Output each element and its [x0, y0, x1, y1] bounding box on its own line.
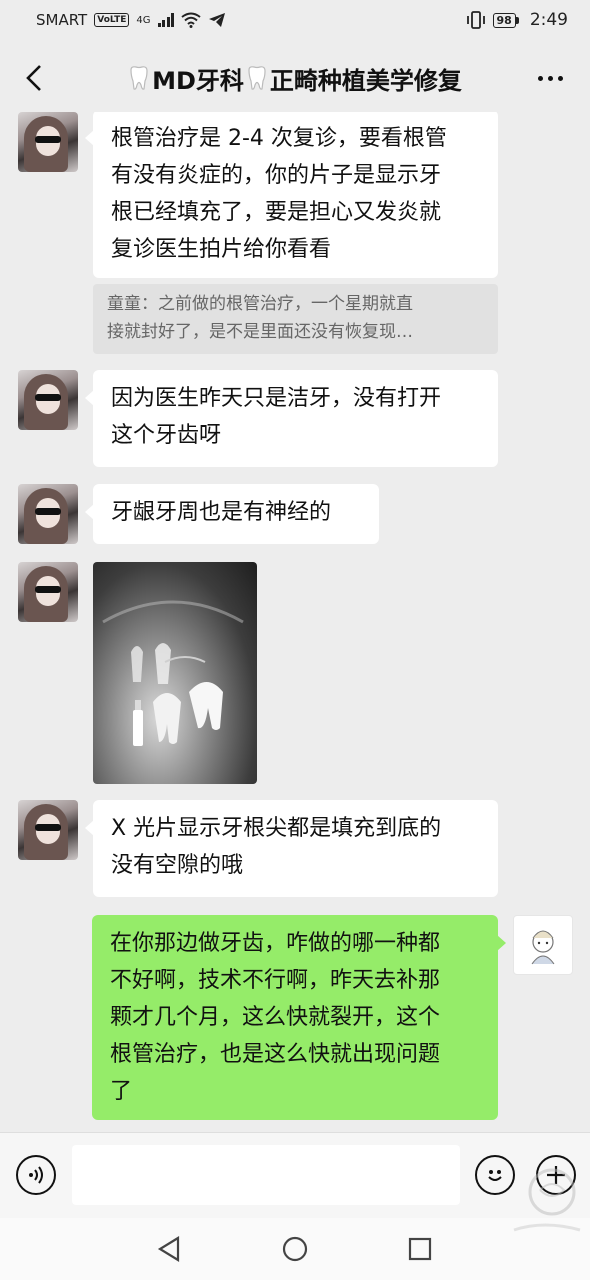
wifi-icon [181, 12, 201, 28]
message-line: 根管治疗，也是这么快就出现问题 [110, 1042, 441, 1067]
message-line: X 光片显示牙根尖都是填充到底的 [111, 816, 442, 841]
quoted-message[interactable]: 童童：之前做的根管治疗，一个星期就直 接就封好了，是不是里面还没有恢复现… [93, 284, 498, 354]
watermark-logo-icon [513, 1168, 581, 1232]
message-line: 了 [110, 1079, 133, 1104]
message-line: 有没有炎症的，你的片子是显示牙 [111, 163, 442, 188]
message-line: 在你那边做牙齿，咋做的哪一种都 [110, 931, 441, 956]
quote-line: 童童：之前做的根管治疗，一个星期就直 [107, 294, 413, 314]
message-line: 牙龈牙周也是有神经的 [111, 500, 332, 525]
status-right: 98 2:49 [466, 10, 568, 30]
avatar[interactable] [18, 484, 78, 544]
more-dot [547, 75, 553, 81]
chat-area[interactable]: 根管治疗是 2-4 次复诊，要看根管 有没有炎症的，你的片子是显示牙 根已经填充… [0, 112, 590, 1132]
status-bar: SMART VoLTE 4G 98 2:49 [0, 0, 590, 40]
chat-title-left: MD牙科 [152, 66, 244, 95]
message-bubble[interactable]: 牙龈牙周也是有神经的 [85, 484, 379, 544]
more-button[interactable] [530, 62, 570, 94]
chat-title-right: 正畸种植美学修复 [269, 66, 462, 95]
message-line: 不好啊，技术不行啊，昨天去补那 [110, 968, 441, 993]
quote-line: 接就封好了，是不是里面还没有恢复现… [107, 322, 413, 342]
cartoon-avatar-drawing [531, 930, 555, 965]
message-line: 这个牙齿呀 [111, 423, 222, 448]
xray-teeth-drawing [102, 600, 244, 746]
chat-title: MD牙科 正畸种植美学修复 [128, 61, 462, 96]
tooth-icon [130, 66, 148, 90]
triangle-back-icon [157, 1236, 180, 1262]
nav-recents-button[interactable] [405, 1234, 435, 1264]
more-dot [537, 75, 543, 81]
message-line: 颗才几个月，这么快就裂开，这个 [110, 1005, 441, 1030]
system-nav-bar [0, 1218, 590, 1280]
xray-image[interactable] [93, 562, 257, 784]
carrier-label: SMART [36, 11, 88, 29]
back-button[interactable] [18, 62, 50, 94]
nav-back-button[interactable] [154, 1234, 184, 1264]
message-line: 因为医生昨天只是洁牙，没有打开 [111, 386, 442, 411]
square-recents-icon [408, 1237, 432, 1261]
message-line: 没有空隙的哦 [111, 853, 244, 878]
avatar[interactable] [18, 562, 78, 622]
status-left: SMART VoLTE 4G [36, 11, 226, 29]
message-bubble[interactable]: X 光片显示牙根尖都是填充到底的 没有空隙的哦 [85, 800, 498, 897]
message-line: 根管治疗是 2-4 次复诊，要看根管 [111, 126, 447, 151]
avatar[interactable] [18, 370, 78, 430]
message-bubble[interactable]: 根管治疗是 2-4 次复诊，要看根管 有没有炎症的，你的片子是显示牙 根已经填充… [85, 112, 498, 278]
circle-home-icon [282, 1236, 308, 1262]
battery-icon: 98 [492, 12, 519, 28]
chevron-left-icon [26, 65, 41, 91]
nav-home-button[interactable] [280, 1234, 310, 1264]
message-bubble[interactable]: 因为医生昨天只是洁牙，没有打开 这个牙齿呀 [85, 370, 498, 467]
avatar[interactable] [18, 800, 78, 860]
message-input[interactable] [72, 1145, 460, 1205]
volte-badge: VoLTE [94, 13, 130, 27]
telegram-icon [209, 13, 226, 27]
voice-button[interactable] [16, 1155, 56, 1195]
message-line: 根已经填充了，要是担心又发炎就 [111, 200, 442, 225]
voice-icon [29, 1166, 43, 1184]
more-dot [557, 75, 563, 81]
avatar[interactable] [18, 112, 78, 172]
my-avatar[interactable] [513, 915, 573, 975]
tooth-icon [248, 66, 266, 90]
chat-header: MD牙科 正畸种植美学修复 [0, 44, 590, 112]
network-label: 4G [136, 14, 151, 26]
clock: 2:49 [529, 10, 568, 30]
my-message-bubble[interactable]: 在你那边做牙齿，咋做的哪一种都 不好啊，技术不行啊，昨天去补那 颗才几个月，这么… [92, 915, 506, 1120]
signal-icon [157, 13, 175, 27]
input-bar [0, 1132, 590, 1218]
battery-level: 98 [492, 12, 516, 28]
vibrate-icon [466, 11, 485, 29]
message-line: 复诊医生拍片给你看看 [111, 237, 332, 262]
